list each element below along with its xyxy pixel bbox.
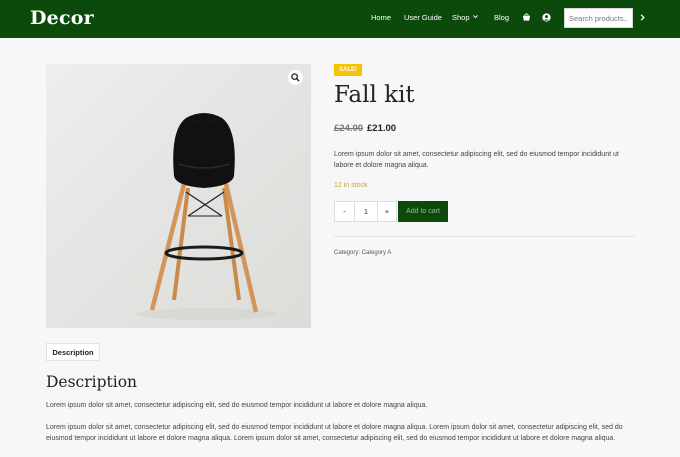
cart-icon[interactable] (522, 13, 531, 22)
description-heading: Description (46, 373, 138, 391)
description-paragraph: Lorem ipsum dolor sit amet, consectetur … (46, 424, 623, 442)
stool-photo (136, 113, 276, 320)
price-new: £21.00 (367, 123, 397, 134)
divider (334, 236, 635, 237)
product-category: Category: Category A (334, 250, 391, 256)
quantity-input[interactable]: 1 (355, 201, 377, 222)
add-to-cart-button[interactable]: Add to cart (398, 201, 448, 222)
product-title: Fall kit (334, 82, 415, 108)
chevron-down-icon[interactable] (472, 13, 479, 20)
nav-blog[interactable]: Blog (494, 13, 509, 22)
sale-badge: SALE! (334, 64, 362, 76)
price-old: £24.00 (334, 123, 364, 134)
site-logo[interactable]: Decor (30, 7, 94, 29)
quantity-increase-button[interactable]: + (377, 201, 397, 222)
stock-status: 12 in stock (334, 182, 368, 189)
search-input[interactable] (564, 8, 633, 28)
site-header: Decor Home User Guide Shop Blog (0, 0, 680, 38)
zoom-icon (291, 73, 300, 82)
nav-user-guide[interactable]: User Guide (404, 13, 442, 22)
product-short-description: Lorem ipsum dolor sit amet, consectetur … (334, 151, 619, 169)
nav-home[interactable]: Home (371, 13, 391, 22)
zoom-button[interactable] (288, 70, 303, 85)
tab-description[interactable]: Description (46, 343, 100, 361)
chevron-right-icon[interactable] (638, 13, 647, 22)
category-label: Category: (334, 250, 361, 256)
product-image[interactable] (46, 64, 311, 328)
quantity-decrease-button[interactable]: - (334, 201, 355, 222)
category-link[interactable]: Category A (362, 250, 392, 256)
nav-shop[interactable]: Shop (452, 13, 470, 22)
description-paragraph: Lorem ipsum dolor sit amet, consectetur … (46, 402, 428, 409)
user-icon[interactable] (542, 13, 551, 22)
